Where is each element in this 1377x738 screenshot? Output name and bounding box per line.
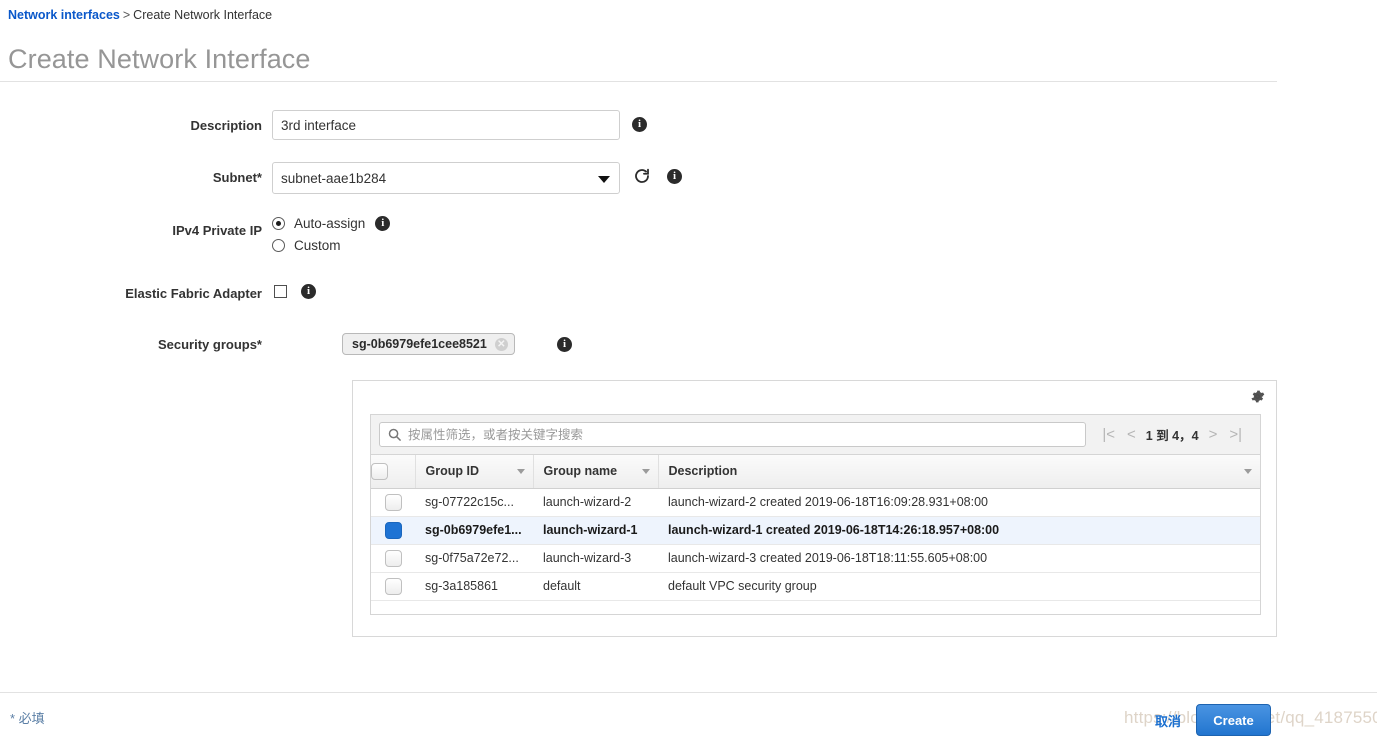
breadcrumb-link-network-interfaces[interactable]: Network interfaces (8, 8, 120, 22)
subnet-select[interactable]: subnet-aae1b284 (272, 162, 620, 194)
pagination-first-button[interactable]: |< (1096, 427, 1121, 442)
radio-option-auto-assign[interactable]: Auto-assign (272, 214, 391, 233)
chevron-down-icon[interactable] (641, 469, 650, 475)
pagination-prev-button[interactable]: < (1121, 427, 1142, 442)
chevron-down-icon[interactable] (1244, 469, 1252, 475)
elastic-fabric-adapter-info-icon[interactable] (301, 284, 316, 299)
close-icon[interactable]: ✕ (494, 337, 508, 351)
row-checkbox[interactable] (384, 549, 402, 567)
row-select-cell[interactable] (371, 488, 415, 517)
radio-auto-assign-label: Auto-assign (294, 216, 366, 231)
pagination-next-button[interactable]: > (1203, 427, 1224, 442)
radio-auto-assign-indicator[interactable] (272, 217, 285, 230)
gear-icon[interactable] (1250, 389, 1265, 409)
security-group-chip[interactable]: sg-0b6979efe1cee8521 ✕ (342, 333, 515, 355)
cell-group-name: default (533, 572, 658, 601)
table-body: sg-07722c15c... launch-wizard-2 launch-w… (371, 488, 1260, 601)
column-header-group-id-label: Group ID (425, 464, 479, 479)
security-groups-panel: |< < 1 到 4，4 > >| Group ID (352, 380, 1277, 637)
breadcrumb-current: Create Network Interface (133, 8, 273, 22)
chevron-down-icon (598, 176, 610, 183)
radio-custom-indicator[interactable] (272, 239, 285, 252)
security-groups-table: Group ID Group name Description sg-07722… (371, 455, 1260, 601)
title-divider (0, 81, 1277, 82)
column-header-group-name-label: Group name (543, 464, 618, 479)
elastic-fabric-adapter-checkbox[interactable] (274, 285, 287, 298)
ipv4-private-ip-label: IPv4 Private IP (172, 223, 262, 238)
footer-divider (0, 692, 1377, 693)
security-group-chip-label: sg-0b6979efe1cee8521 (352, 337, 487, 351)
select-all-header[interactable] (371, 455, 416, 489)
breadcrumb: Network interfaces > Create Network Interf… (8, 8, 272, 22)
table-row[interactable]: sg-0b6979efe1... launch-wizard-1 launch-… (371, 516, 1260, 545)
row-select-cell[interactable] (371, 544, 415, 573)
subnet-info-icon[interactable] (667, 169, 682, 184)
cell-description: launch-wizard-3 created 2019-06-18T18:11… (658, 544, 1260, 573)
column-header-description[interactable]: Description (658, 455, 1260, 489)
row-select-cell[interactable] (371, 572, 415, 601)
ipv4-info-icon[interactable] (375, 216, 391, 231)
cell-group-id: sg-0f75a72e72... (415, 544, 533, 573)
create-network-interface-page: Network interfaces > Create Network Interf… (0, 0, 1377, 738)
cell-group-name: launch-wizard-3 (533, 544, 658, 573)
cell-description: launch-wizard-2 created 2019-06-18T16:09… (658, 488, 1260, 517)
radio-custom-label: Custom (294, 238, 341, 253)
elastic-fabric-adapter-label: Elastic Fabric Adapter (125, 286, 262, 301)
table-row[interactable]: sg-3a185861 default default VPC security… (371, 572, 1260, 601)
ipv4-radio-group: Auto-assign Custom (272, 214, 391, 258)
cell-group-id: sg-0b6979efe1... (415, 516, 533, 545)
search-icon (387, 427, 402, 442)
select-all-checkbox[interactable] (371, 462, 388, 480)
table-row[interactable]: sg-0f75a72e72... launch-wizard-3 launch-… (371, 544, 1260, 573)
description-input[interactable] (272, 110, 620, 140)
security-groups-table-container: |< < 1 到 4，4 > >| Group ID (370, 414, 1261, 615)
row-checkbox[interactable] (384, 577, 402, 595)
table-header: Group ID Group name Description (371, 455, 1260, 489)
table-toolbar: |< < 1 到 4，4 > >| (371, 415, 1260, 455)
search-box[interactable] (379, 422, 1087, 447)
pagination: |< < 1 到 4，4 > >| (1096, 425, 1252, 444)
refresh-icon[interactable] (633, 167, 651, 185)
row-checkbox[interactable] (384, 521, 402, 539)
create-button[interactable]: Create (1196, 704, 1271, 736)
cell-description: default VPC security group (658, 572, 1260, 601)
subnet-label: Subnet* (212, 170, 262, 185)
cell-group-id: sg-07722c15c... (415, 488, 533, 517)
column-header-group-name[interactable]: Group name (533, 455, 659, 489)
security-groups-label: Security groups* (157, 337, 262, 352)
pagination-range-text: 1 到 4，4 (1145, 429, 1199, 443)
pagination-last-button[interactable]: >| (1223, 427, 1248, 442)
row-select-cell[interactable] (371, 516, 415, 545)
search-input[interactable] (406, 423, 1086, 446)
cell-group-name: launch-wizard-2 (533, 488, 658, 517)
subnet-selected-value: subnet-aae1b284 (281, 170, 387, 186)
breadcrumb-separator: > (122, 8, 131, 22)
description-label: Description (190, 118, 262, 133)
row-checkbox[interactable] (384, 493, 402, 511)
cell-description: launch-wizard-1 created 2019-06-18T14:26… (658, 516, 1260, 545)
cell-group-id: sg-3a185861 (415, 572, 533, 601)
description-info-icon[interactable] (632, 117, 647, 132)
column-header-group-id[interactable]: Group ID (415, 455, 534, 489)
security-groups-info-icon[interactable] (557, 337, 572, 352)
required-field-note: * 必填 (10, 711, 45, 726)
table-row[interactable]: sg-07722c15c... launch-wizard-2 launch-w… (371, 488, 1260, 517)
cell-group-name: launch-wizard-1 (533, 516, 658, 545)
column-header-description-label: Description (668, 464, 738, 479)
cancel-button[interactable]: 取消 (1155, 711, 1181, 730)
radio-option-custom[interactable]: Custom (272, 236, 380, 255)
chevron-down-icon[interactable] (516, 469, 525, 475)
table-header-row: Group ID Group name Description (371, 455, 1260, 489)
page-title: Create Network Interface (8, 44, 311, 74)
